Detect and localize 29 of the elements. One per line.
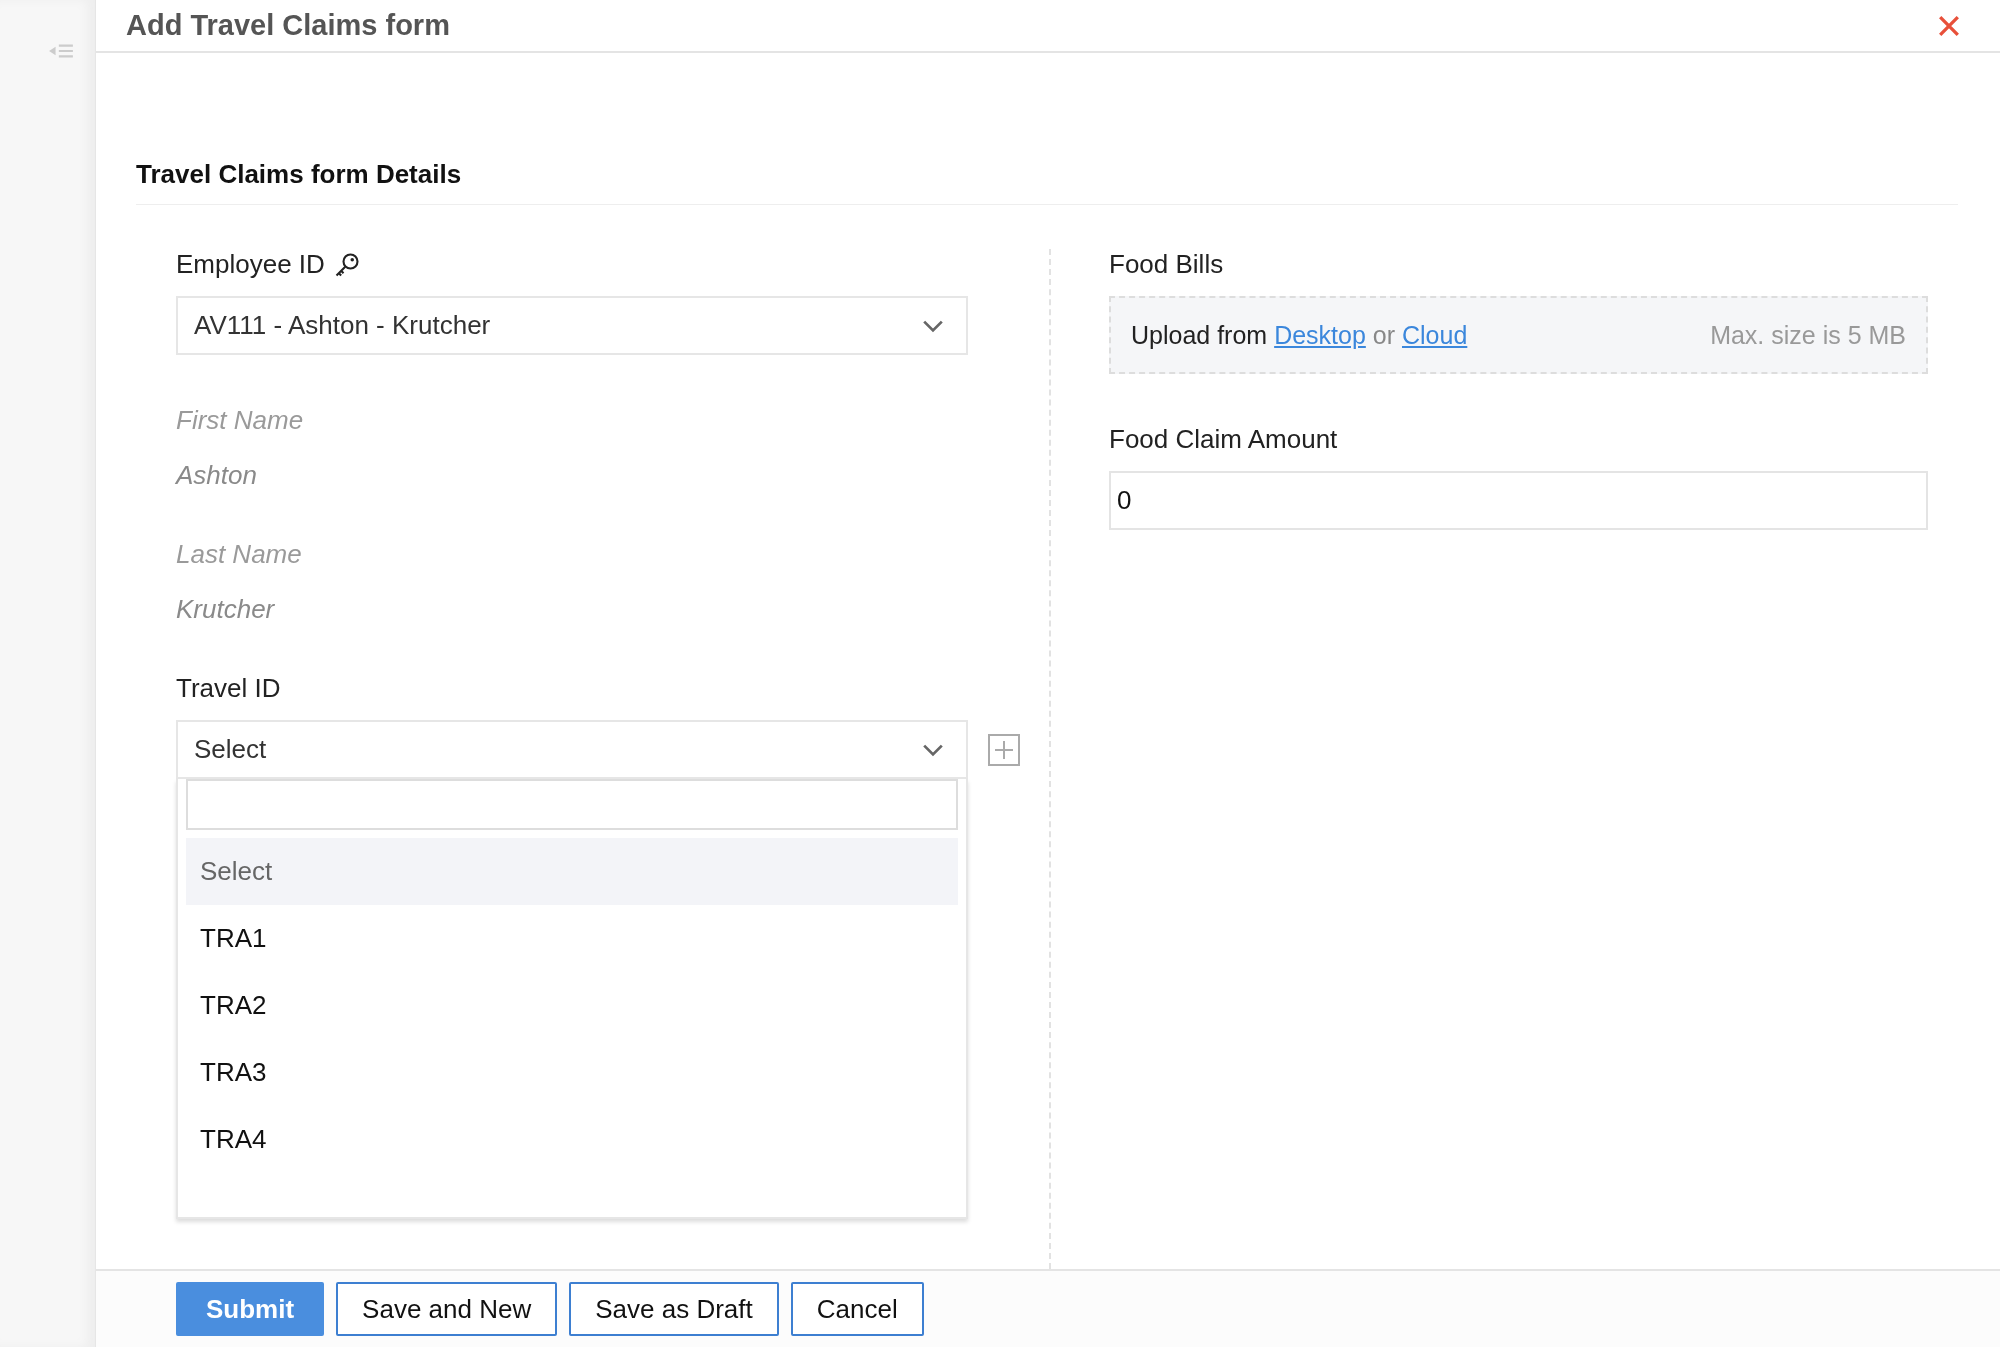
close-icon[interactable] xyxy=(1938,14,1960,37)
upload-text: Upload from Desktop or Cloud xyxy=(1131,320,1468,350)
field-label: Food Claim Amount xyxy=(1109,424,1339,456)
dropdown-option[interactable]: TRA3 xyxy=(186,1039,958,1107)
dropdown-option[interactable]: TRA2 xyxy=(186,972,958,1040)
size-hint: Max. size is 5 MB xyxy=(1710,320,1906,350)
travel-id-select[interactable]: Select xyxy=(176,720,968,780)
section-title: Travel Claims form Details xyxy=(136,159,1958,206)
window-title: Add Travel Claims form xyxy=(126,9,450,43)
field-label: Last Name xyxy=(176,539,303,571)
field-value: Ashton xyxy=(176,460,258,492)
form-button[interactable]: Save as Draft xyxy=(569,1282,779,1337)
field-value: Krutcher xyxy=(176,594,276,626)
add-icon[interactable] xyxy=(988,734,1020,767)
field-label: Food Bills xyxy=(1109,249,1225,281)
form-button[interactable]: Cancel xyxy=(790,1282,924,1337)
dropdown-option[interactable]: TRA4 xyxy=(186,1106,958,1174)
dropdown-option[interactable]: TRA1 xyxy=(186,905,958,973)
employee-select[interactable]: AV111 - Ashton - Krutcher xyxy=(176,296,968,356)
field-label: First Name xyxy=(176,405,305,437)
amount-field[interactable]: 0 xyxy=(1109,471,1928,531)
collapse-icon[interactable] xyxy=(48,42,74,60)
field-label: Employee ID xyxy=(176,249,325,281)
form-button[interactable]: Save and New xyxy=(336,1282,558,1337)
search-field[interactable] xyxy=(186,779,958,831)
dropdown-option[interactable]: Select xyxy=(186,838,958,906)
field-label: Travel ID xyxy=(176,673,282,705)
chevron-down-icon xyxy=(922,742,944,757)
chevron-down-icon xyxy=(922,318,944,333)
